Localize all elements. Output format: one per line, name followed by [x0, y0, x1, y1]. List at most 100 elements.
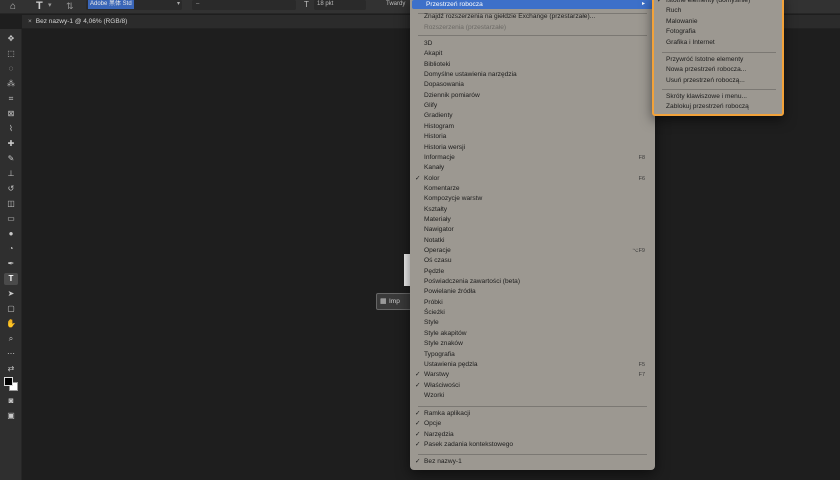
menu-item-panel[interactable]: Kolor — [424, 175, 439, 183]
menu-item-panel[interactable]: Akapit — [424, 50, 442, 58]
menu-item-panel[interactable]: Właściwości — [424, 382, 460, 390]
menu-item-label: Przestrzeń robocza — [426, 0, 483, 8]
font-family-select[interactable]: Adobe 黑体 Std ▾ — [86, 0, 182, 10]
submenu-item[interactable]: Malowanie — [666, 18, 698, 26]
brush-tool-icon[interactable]: ✎ — [4, 153, 18, 165]
type-tool-preset-icon[interactable]: T — [36, 0, 43, 12]
foreground-color-swatch[interactable] — [4, 377, 13, 386]
frame-tool-icon[interactable]: ⊠ — [4, 108, 18, 120]
menu-item-panel[interactable]: Oś czasu — [424, 257, 451, 265]
menu-item-panel[interactable]: Biblioteki — [424, 61, 450, 69]
menu-item-panel[interactable]: Glify — [424, 102, 437, 110]
menu-item-panel[interactable]: Wzorki — [424, 392, 444, 400]
submenu-item[interactable]: Fotografia — [666, 28, 696, 36]
quick-selection-tool-icon[interactable]: ⁂ — [4, 78, 18, 90]
image-icon: ▦ — [380, 298, 387, 305]
menu-item-panel[interactable]: Operacje — [424, 247, 451, 255]
import-button[interactable]: ▦ Imp — [376, 293, 412, 310]
menu-separator — [662, 89, 776, 90]
tools-panel: ✥ ⬚ ◌ ⁂ ⌗ ⊠ ⌇ ✚ ✎ ⊥ ↺ ◫ ▭ ● ◔ ✒ T ➤ ▢ ✋ … — [0, 29, 22, 480]
menu-item-shortcut: F7 — [638, 372, 645, 379]
menu-item-panel[interactable]: Warstwy — [424, 371, 449, 379]
menu-item-panel[interactable]: Kanały — [424, 164, 444, 172]
eyedropper-tool-icon[interactable]: ⌇ — [4, 123, 18, 135]
menu-item-document[interactable]: Bez nazwy-1 — [424, 458, 462, 466]
checkmark-icon: ✓ — [415, 174, 421, 182]
screen-mode-icon[interactable]: ▣ — [4, 410, 18, 422]
menu-item-panel[interactable]: Gradienty — [424, 112, 453, 120]
menu-item-panel[interactable]: Materiały — [424, 216, 451, 224]
home-icon[interactable]: ⌂ — [10, 1, 22, 12]
document-tab-title: Bez nazwy-1 @ 4,06% (RGB/8) — [35, 18, 128, 25]
submenu-item[interactable]: Usuń przestrzeń roboczą... — [666, 77, 745, 85]
lasso-tool-icon[interactable]: ◌ — [4, 63, 18, 75]
type-tool-icon[interactable]: T — [4, 273, 18, 285]
submenu-item[interactable]: Istotne elementy (domyślnie) — [666, 0, 750, 5]
menu-item-panel[interactable]: Nawigator — [424, 226, 454, 234]
submenu-item[interactable]: Ruch — [666, 7, 681, 15]
swap-colors-icon[interactable]: ⇄ — [4, 363, 18, 375]
marquee-tool-icon[interactable]: ⬚ — [4, 48, 18, 60]
submenu-item[interactable]: Zablokuj przestrzeń roboczą — [666, 103, 749, 111]
text-orientation-icon[interactable]: ⇅ — [66, 1, 74, 12]
document-tab[interactable]: × Bez nazwy-1 @ 4,06% (RGB/8) — [24, 15, 127, 29]
chevron-down-icon[interactable]: ▾ — [48, 1, 52, 9]
menu-item-panel[interactable]: Pędzle — [424, 268, 444, 276]
menu-item-panel[interactable]: Ścieżki — [424, 309, 445, 317]
menu-item-workspace[interactable]: Przestrzeń robocza ▸ — [412, 0, 653, 9]
move-tool-icon[interactable]: ✥ — [4, 33, 18, 45]
menu-item-panel[interactable]: Poświadczenia zawartości (beta) — [424, 278, 520, 286]
menu-item-panel[interactable]: 3D — [424, 40, 432, 48]
menu-item-panel[interactable]: Komentarze — [424, 185, 460, 193]
menu-item-panel[interactable]: Kompozycje warstw — [424, 195, 482, 203]
menu-item-panel[interactable]: Style znaków — [424, 340, 463, 348]
menu-item-app[interactable]: Ramka aplikacji — [424, 410, 470, 418]
healing-brush-tool-icon[interactable]: ✚ — [4, 138, 18, 150]
menu-item-panel[interactable]: Ustawienia pędzla — [424, 361, 478, 369]
history-brush-tool-icon[interactable]: ↺ — [4, 183, 18, 195]
menu-item-app[interactable]: Narzędzia — [424, 431, 454, 439]
font-style-select[interactable]: – — [192, 0, 296, 10]
submenu-item[interactable]: Przywróć Istotne elementy — [666, 56, 743, 64]
eraser-tool-icon[interactable]: ◫ — [4, 198, 18, 210]
chevron-right-icon: ▸ — [641, 1, 645, 7]
menu-item-panel[interactable]: Próbki — [424, 299, 443, 307]
gradient-tool-icon[interactable]: ▭ — [4, 213, 18, 225]
close-icon[interactable]: × — [28, 18, 32, 25]
menu-item-panel[interactable]: Histogram — [424, 123, 454, 131]
menu-item-panel[interactable]: Notatki — [424, 237, 445, 245]
font-size-select[interactable]: 18 pkt — [314, 0, 366, 10]
hand-tool-icon[interactable]: ✋ — [4, 318, 18, 330]
menu-item-panel[interactable]: Historia — [424, 133, 446, 141]
more-tools-icon[interactable]: ⋯ — [4, 348, 18, 360]
menu-item-panel[interactable]: Historia wersji — [424, 144, 465, 152]
menu-item-panel[interactable]: Dopasowania — [424, 81, 464, 89]
zoom-tool-icon[interactable]: ⌕ — [4, 333, 18, 345]
submenu-item[interactable]: Nowa przestrzeń robocza... — [666, 66, 746, 74]
menu-item-panel[interactable]: Kształty — [424, 206, 447, 214]
menu-item-panel[interactable]: Style akapitów — [424, 330, 467, 338]
menu-item-shortcut: ⌥F9 — [632, 248, 645, 254]
rectangle-tool-icon[interactable]: ▢ — [4, 303, 18, 315]
menu-item-panel[interactable]: Powielanie źródła — [424, 288, 476, 296]
clone-stamp-tool-icon[interactable]: ⊥ — [4, 168, 18, 180]
workspace-submenu: ✓ Istotne elementy (domyślnie) Ruch Malowan… — [652, 0, 784, 116]
dodge-tool-icon[interactable]: ◔ — [4, 243, 18, 255]
menu-item-app[interactable]: Opcje — [424, 420, 441, 428]
menu-item-panel[interactable]: Domyślne ustawienia narzędzia — [424, 71, 517, 79]
path-selection-tool-icon[interactable]: ➤ — [4, 288, 18, 300]
submenu-item[interactable]: Grafika i Internet — [666, 39, 715, 47]
crop-tool-icon[interactable]: ⌗ — [4, 93, 18, 105]
font-family-value: Adobe 黑体 Std — [88, 0, 134, 9]
menu-item-panel[interactable]: Style — [424, 319, 439, 327]
menu-item-panel[interactable]: Informacje — [424, 154, 455, 162]
antialias-select[interactable]: Twardy — [386, 0, 412, 10]
quick-mask-icon[interactable]: ◙ — [4, 395, 18, 407]
menu-item-app[interactable]: Pasek zadania kontekstowego — [424, 441, 513, 449]
menu-item-panel[interactable]: Typografia — [424, 351, 455, 359]
menu-item-panel[interactable]: Dziennik pomiarów — [424, 92, 480, 100]
menu-item-find-extensions[interactable]: Znajdź rozszerzenia na giełdzie Exchange… — [424, 13, 595, 21]
pen-tool-icon[interactable]: ✒ — [4, 258, 18, 270]
submenu-item[interactable]: Skróty klawiszowe i menu... — [666, 93, 747, 101]
blur-tool-icon[interactable]: ● — [4, 228, 18, 240]
